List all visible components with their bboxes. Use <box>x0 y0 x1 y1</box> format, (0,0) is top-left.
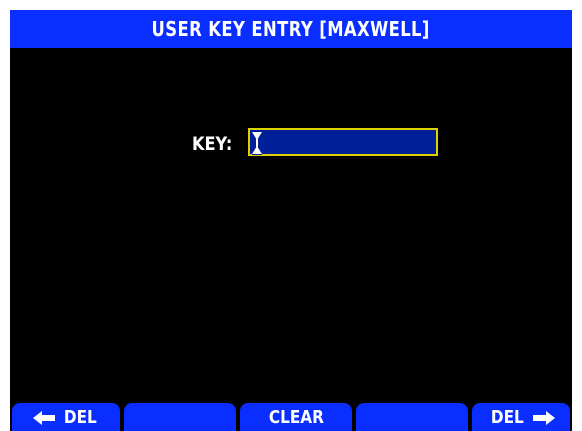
key-input[interactable] <box>248 128 438 156</box>
text-cursor-icon <box>252 131 262 155</box>
title-bar: USER KEY ENTRY [MAXWELL] <box>10 10 572 48</box>
soft-key-2-button[interactable] <box>124 403 236 431</box>
del-right-label: DEL <box>490 407 524 428</box>
arrow-right-icon <box>532 411 555 425</box>
display-screen: USER KEY ENTRY [MAXWELL] KEY: DEL CLEAR <box>10 10 572 431</box>
del-left-label: DEL <box>63 407 97 428</box>
del-left-button[interactable]: DEL <box>12 403 120 431</box>
soft-key-bar: DEL CLEAR DEL <box>10 403 572 431</box>
del-right-button[interactable]: DEL <box>472 403 570 431</box>
key-label-text: KEY: <box>192 133 233 155</box>
page-title: USER KEY ENTRY [MAXWELL] <box>151 17 431 41</box>
key-label: KEY: <box>192 130 239 158</box>
soft-key-4-button[interactable] <box>356 403 468 431</box>
clear-button[interactable]: CLEAR <box>240 403 352 431</box>
clear-label: CLEAR <box>268 407 324 428</box>
arrow-left-icon <box>32 411 55 425</box>
